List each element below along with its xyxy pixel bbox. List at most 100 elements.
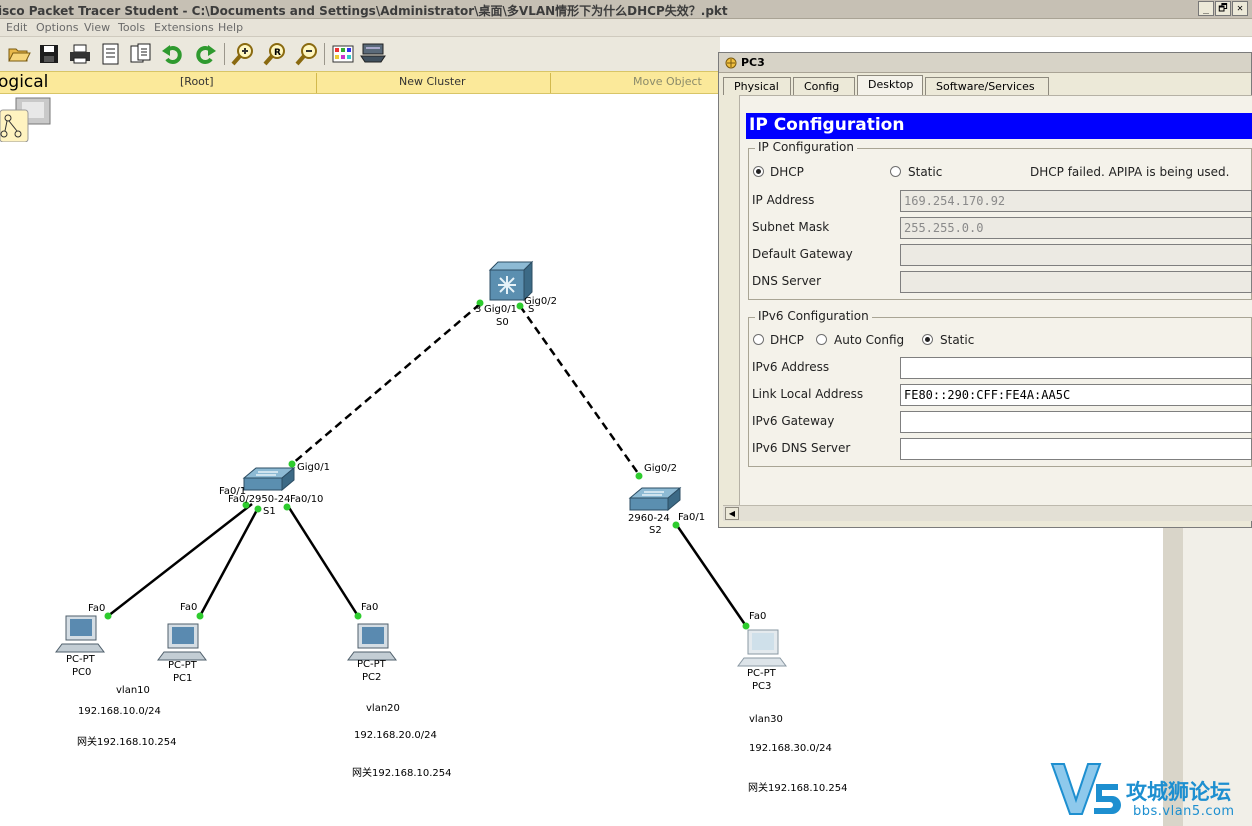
link-s0-s1 <box>291 303 481 465</box>
default-gateway-field[interactable] <box>900 244 1252 266</box>
copy-icon[interactable] <box>128 41 154 67</box>
link-up-dot <box>104 612 112 620</box>
ipv4-static-label: Static <box>908 165 943 179</box>
ipv6-dns-server-label: IPv6 DNS Server <box>752 441 851 455</box>
switch-icon <box>242 466 296 492</box>
zoom-in-icon[interactable] <box>230 41 256 67</box>
link-up-dot <box>254 505 262 513</box>
link-local-address-field[interactable]: FE80::290:CFF:FE4A:AA5C <box>900 384 1252 406</box>
s0-port-stub: 3 <box>475 304 482 315</box>
vlan30-gateway-note: 网关192.168.10.254 <box>748 783 848 794</box>
vlan10-note: vlan10 <box>116 685 150 696</box>
subnet-mask-label: Subnet Mask <box>752 220 830 234</box>
link-up-dot <box>516 302 524 310</box>
watermark-url: bbs.vlan5.com <box>1133 804 1235 819</box>
s1-model-label: Fa0/2950-24 <box>228 494 291 505</box>
link-local-address-label: Link Local Address <box>752 387 864 401</box>
horizontal-scrollbar[interactable]: ◀ <box>723 505 1252 521</box>
ipv6-dhcp-label: DHCP <box>770 333 804 347</box>
ipv6-dhcp-radio[interactable] <box>753 334 764 345</box>
menu-view[interactable]: View <box>84 21 110 34</box>
ipv6-auto-config-radio[interactable] <box>816 334 827 345</box>
workspace-bar: [Root] New Cluster Move Object <box>0 71 720 94</box>
logical-tab[interactable]: ogical <box>0 72 48 94</box>
print-icon[interactable] <box>67 41 93 67</box>
tab-desktop[interactable]: Desktop <box>857 75 923 95</box>
custom-device-icon[interactable] <box>360 41 386 67</box>
s0-gig02-label: Gig0/2 <box>524 296 557 307</box>
tab-physical[interactable]: Physical <box>723 77 791 95</box>
dns-server-field[interactable] <box>900 271 1252 293</box>
save-icon[interactable] <box>36 41 62 67</box>
link-up-dot <box>742 622 750 630</box>
window-controls: _ 🗗 ✕ <box>1198 1 1248 16</box>
ipv6-dns-server-field[interactable] <box>900 438 1252 460</box>
menu-bar: Edit Options View Tools Extensions Help <box>0 19 1252 37</box>
vlan20-note: vlan20 <box>366 703 400 714</box>
zoom-out-icon[interactable] <box>294 41 320 67</box>
workbar-divider <box>316 73 317 93</box>
s2-model-label: 2960-24 <box>628 513 670 524</box>
scroll-left-icon[interactable]: ◀ <box>725 507 739 520</box>
pc-icon <box>55 615 105 653</box>
menu-help[interactable]: Help <box>218 21 243 34</box>
palette-icon[interactable] <box>330 41 356 67</box>
zoom-reset-icon[interactable]: R <box>262 41 288 67</box>
pc2-type: PC-PT <box>357 659 386 670</box>
pc1-port-label: Fa0 <box>180 602 198 613</box>
link-s1-pc1 <box>198 507 260 617</box>
s1-fa010-label: Fa0/10 <box>290 494 324 505</box>
ipv4-static-radio[interactable] <box>890 166 901 177</box>
move-object-button[interactable]: Move Object <box>633 75 702 88</box>
dialog-titlebar[interactable]: PC3 <box>719 53 1251 73</box>
ipv6-static-radio[interactable] <box>922 334 933 345</box>
root-button[interactable]: [Root] <box>180 75 214 88</box>
app-title: isco Packet Tracer Student - C:\Document… <box>0 4 728 18</box>
link-up-dot <box>635 472 643 480</box>
new-cluster-button[interactable]: New Cluster <box>399 75 466 88</box>
undo-icon[interactable] <box>160 41 186 67</box>
menu-extensions[interactable]: Extensions <box>154 21 214 34</box>
toolbar-separator <box>224 43 225 65</box>
subnet-mask-field[interactable]: 255.255.0.0 <box>900 217 1252 239</box>
tab-software-services[interactable]: Software/Services <box>925 77 1049 95</box>
ipv6-address-field[interactable] <box>900 357 1252 379</box>
ip-config-banner: IP Configuration <box>746 113 1252 139</box>
vlan30-network-note: 192.168.30.0/24 <box>749 743 832 754</box>
workbar-divider <box>550 73 551 93</box>
restore-button[interactable]: 🗗 <box>1215 1 1231 16</box>
pc0-type: PC-PT <box>66 654 95 665</box>
menu-options[interactable]: Options <box>36 21 78 34</box>
vlan5-logo-icon <box>1050 763 1121 815</box>
ip-config-heading: IP Configuration <box>749 115 905 135</box>
vlan10-gateway-note: 网关192.168.10.254 <box>77 737 177 748</box>
link-s2-pc3 <box>674 523 748 627</box>
ip-address-field[interactable]: 169.254.170.92 <box>900 190 1252 212</box>
open-icon[interactable] <box>6 41 32 67</box>
pc3-type: PC-PT <box>747 668 776 679</box>
ipv6-group-legend: IPv6 Configuration <box>755 309 872 323</box>
switch-icon <box>628 486 682 512</box>
activity-wizard-icon[interactable] <box>98 41 124 67</box>
tab-config[interactable]: Config <box>793 77 855 95</box>
close-button[interactable]: ✕ <box>1232 1 1248 16</box>
pc-icon <box>737 629 787 667</box>
pc3-port-label: Fa0 <box>749 611 767 622</box>
dns-server-label: DNS Server <box>752 274 821 288</box>
redo-icon[interactable] <box>192 41 218 67</box>
ipv4-dhcp-radio[interactable] <box>753 166 764 177</box>
menu-edit[interactable]: Edit <box>6 21 27 34</box>
pc-icon <box>157 623 207 661</box>
link-up-dot <box>288 460 296 468</box>
ipv6-gateway-field[interactable] <box>900 411 1252 433</box>
pc1-name: PC1 <box>173 673 193 684</box>
app-titlebar: isco Packet Tracer Student - C:\Document… <box>0 0 1252 19</box>
menu-tools[interactable]: Tools <box>118 21 145 34</box>
link-up-dot <box>196 612 204 620</box>
link-s1-pc2 <box>286 505 360 617</box>
pc1-type: PC-PT <box>168 660 197 671</box>
multilayer-switch-icon <box>488 260 534 302</box>
pc0-port-label: Fa0 <box>88 603 106 614</box>
minimize-button[interactable]: _ <box>1198 1 1214 16</box>
ipv4-dhcp-label: DHCP <box>770 165 804 179</box>
